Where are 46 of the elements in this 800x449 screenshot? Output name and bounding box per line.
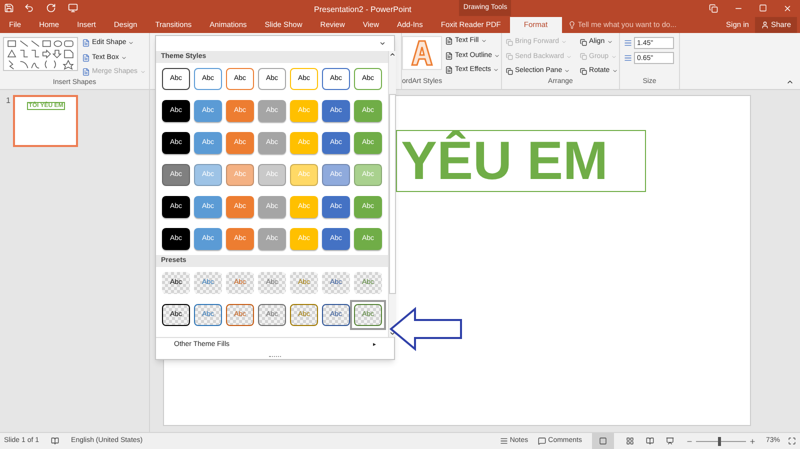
zoom-in-icon[interactable] xyxy=(748,438,756,444)
lightbulb-icon xyxy=(568,21,576,29)
undo-icon[interactable] xyxy=(24,3,34,13)
redo-icon[interactable] xyxy=(46,3,56,13)
scrollbar[interactable] xyxy=(388,51,396,337)
zoom-thumb[interactable] xyxy=(718,436,722,446)
comment-icon xyxy=(538,437,546,445)
caret-icon xyxy=(564,68,570,74)
reading-view-icon[interactable] xyxy=(646,437,654,445)
notes-icon xyxy=(500,437,508,445)
caret-icon xyxy=(120,54,127,61)
wordart-style-preview[interactable] xyxy=(402,36,442,70)
caret-icon xyxy=(606,39,613,46)
scroll-down-icon[interactable] xyxy=(389,330,396,337)
spelling-icon[interactable] xyxy=(51,437,60,445)
ribbon-display-icon[interactable] xyxy=(709,4,718,12)
slideshow-icon[interactable] xyxy=(68,3,78,13)
restore-icon[interactable] xyxy=(759,4,767,12)
caret-icon xyxy=(480,38,487,44)
caret-icon xyxy=(566,54,572,60)
caret-icon xyxy=(494,52,500,59)
fit-slide-icon[interactable] xyxy=(788,437,796,445)
caret-icon xyxy=(612,68,618,74)
caret-icon xyxy=(493,67,500,74)
person-icon xyxy=(760,21,769,29)
size-icon xyxy=(624,54,632,62)
window-title: Presentation2 - PowerPoint xyxy=(314,4,412,16)
scroll-up-icon[interactable] xyxy=(389,51,396,58)
text-box[interactable]: YÊU EM xyxy=(396,130,646,192)
close-icon[interactable] xyxy=(783,4,792,12)
normal-view-button[interactable] xyxy=(592,433,614,449)
slide-number: 1 xyxy=(6,95,10,107)
shapes-gallery-drawing[interactable] xyxy=(3,37,78,71)
grid-view-icon[interactable] xyxy=(626,437,634,445)
normal-view-icon xyxy=(598,437,607,445)
size-icon xyxy=(624,39,632,47)
save-icon[interactable] xyxy=(4,3,14,13)
caret-icon xyxy=(560,39,567,46)
wordart-letter-drawing xyxy=(411,39,433,67)
presentation-icon[interactable] xyxy=(666,437,674,445)
caret-icon xyxy=(128,40,134,46)
caret-icon xyxy=(140,69,146,76)
collapse-ribbon-icon[interactable] xyxy=(786,78,794,86)
caret-icon[interactable] xyxy=(379,40,386,47)
scroll-thumb[interactable] xyxy=(389,94,396,294)
caret-icon xyxy=(610,54,616,60)
